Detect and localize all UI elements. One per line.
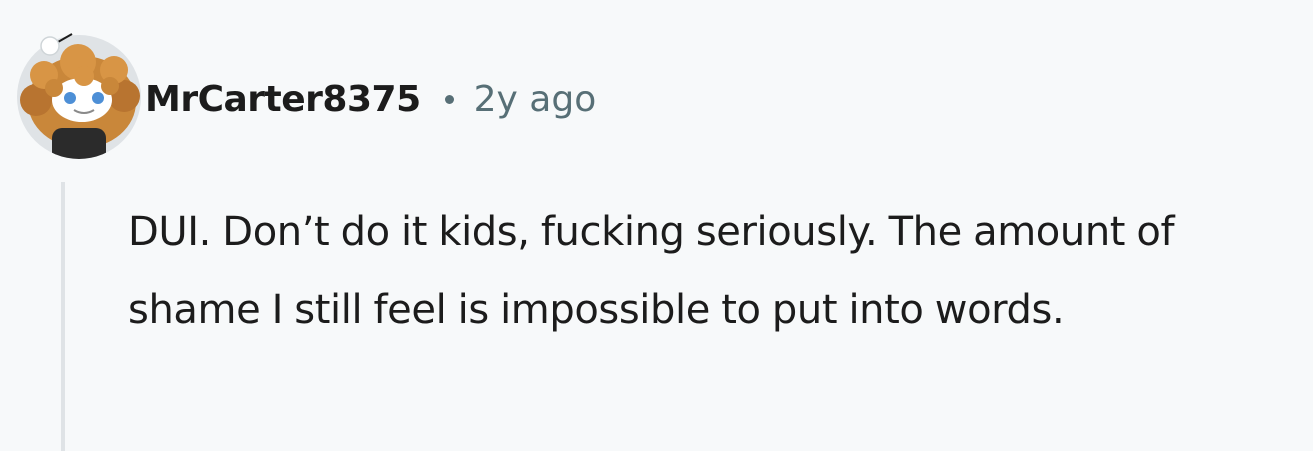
thread-line[interactable] [61, 182, 65, 451]
avatar[interactable] [14, 30, 144, 160]
username-link[interactable]: MrCarter8375 [145, 79, 421, 120]
comment: MrCarter8375 2y ago DUI. Don’t do it kid… [0, 0, 1313, 451]
separator-dot [444, 94, 454, 104]
timestamp[interactable]: 2y ago [474, 79, 597, 120]
snoo-avatar-icon [17, 33, 141, 159]
comment-body: DUI. Don’t do it kids, fucking seriously… [128, 209, 1175, 333]
comment-meta: MrCarter8375 2y ago [145, 72, 596, 126]
